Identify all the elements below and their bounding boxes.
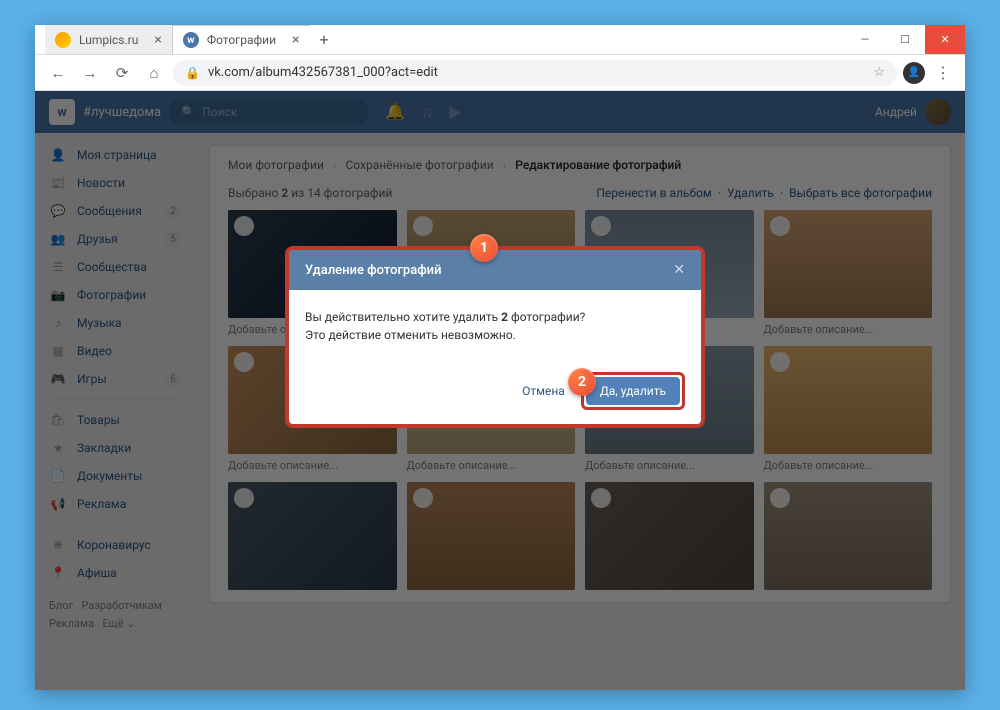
star-icon[interactable]: ☆	[873, 65, 885, 80]
tab-title: Lumpics.ru	[79, 33, 138, 47]
omnibox[interactable]: 🔒 vk.com/album432567381_000?act=edit ☆	[173, 60, 897, 86]
modal-text-line2: Это действие отменить невозможно.	[305, 326, 685, 344]
cancel-button[interactable]: Отмена	[514, 378, 573, 404]
favicon-vk: w	[183, 32, 199, 48]
delete-modal: Удаление фотографий ✕ Вы действительно х…	[289, 250, 701, 424]
browser-menu-button[interactable]: ⋮	[931, 63, 955, 82]
minimize-button[interactable]: —	[845, 25, 885, 54]
annotation-border-confirm: Да, удалить	[581, 372, 685, 410]
annotation-border: Удаление фотографий ✕ Вы действительно х…	[285, 246, 705, 428]
tab-strip: Lumpics.ru × w Фотографии × +	[45, 25, 845, 54]
url-text: vk.com/album432567381_000?act=edit	[208, 65, 865, 80]
address-bar: ← → ⟳ ⌂ 🔒 vk.com/album432567381_000?act=…	[35, 55, 965, 91]
modal-footer: Отмена Да, удалить	[289, 362, 701, 424]
titlebar: Lumpics.ru × w Фотографии × + — ☐ ✕	[35, 25, 965, 55]
forward-button[interactable]: →	[77, 60, 103, 86]
favicon-lumpics	[55, 32, 71, 48]
browser-window: Lumpics.ru × w Фотографии × + — ☐ ✕ ← → …	[35, 25, 965, 690]
home-button[interactable]: ⌂	[141, 60, 167, 86]
confirm-delete-button[interactable]: Да, удалить	[586, 377, 680, 405]
new-tab-button[interactable]: +	[310, 30, 339, 49]
close-icon[interactable]: ✕	[673, 262, 685, 278]
close-icon[interactable]: ×	[154, 32, 161, 48]
callout-badge-2: 2	[568, 368, 596, 396]
maximize-button[interactable]: ☐	[885, 25, 925, 54]
tab-vk[interactable]: w Фотографии ×	[173, 25, 310, 54]
callout-badge-1: 1	[470, 234, 498, 262]
lock-icon: 🔒	[185, 66, 200, 80]
modal-body: Вы действительно хотите удалить 2 фотогр…	[289, 290, 701, 362]
profile-avatar[interactable]: 👤	[903, 62, 925, 84]
window-close-button[interactable]: ✕	[925, 25, 965, 54]
page-content: w #лучшедома 🔍 Поиск 🔔 ♫ ▶ Андрей 👤Моя с…	[35, 91, 965, 690]
tab-lumpics[interactable]: Lumpics.ru ×	[45, 25, 173, 54]
back-button[interactable]: ←	[45, 60, 71, 86]
reload-button[interactable]: ⟳	[109, 60, 135, 86]
modal-title: Удаление фотографий	[305, 263, 442, 278]
window-controls: — ☐ ✕	[845, 25, 965, 54]
tab-title: Фотографии	[207, 33, 276, 47]
close-icon[interactable]: ×	[292, 32, 299, 48]
modal-text-line1: Вы действительно хотите удалить 2 фотогр…	[305, 308, 685, 326]
